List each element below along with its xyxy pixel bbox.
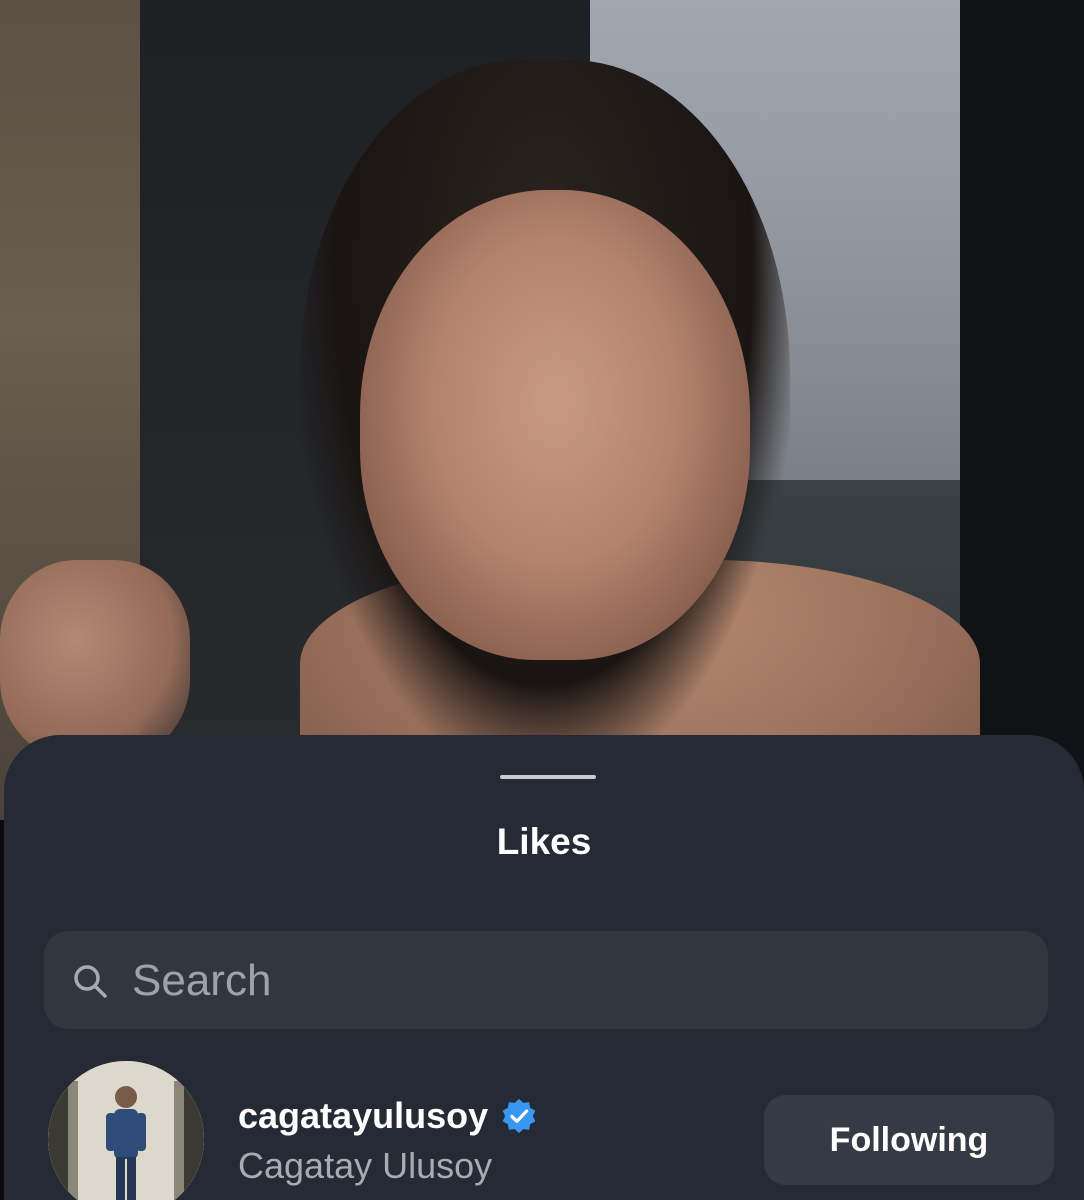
likes-sheet: Likes Search cagatayulusoy Cagatay Uluso… xyxy=(4,735,1084,1200)
photo-hand xyxy=(0,560,190,760)
screen: Likes Search cagatayulusoy Cagatay Uluso… xyxy=(0,0,1084,1200)
username-line: cagatayulusoy xyxy=(238,1095,538,1137)
sheet-title: Likes xyxy=(496,821,592,862)
photo-subject-face xyxy=(360,190,750,660)
avatar-photo xyxy=(48,1061,204,1200)
search-bar[interactable] xyxy=(44,931,1048,1029)
list-item[interactable]: cagatayulusoy Cagatay Ulusoy Following xyxy=(4,1055,1084,1200)
full-name: Cagatay Ulusoy xyxy=(238,1145,493,1186)
sheet-grabber-handle[interactable] xyxy=(500,775,596,779)
verified-badge-icon xyxy=(502,1098,536,1134)
search-input[interactable] xyxy=(132,953,1012,1009)
search-icon xyxy=(74,965,107,998)
following-button[interactable]: Following xyxy=(764,1095,1054,1185)
username[interactable]: cagatayulusoy xyxy=(238,1095,488,1137)
post-photo[interactable] xyxy=(0,0,1084,820)
avatar[interactable] xyxy=(48,1061,204,1200)
